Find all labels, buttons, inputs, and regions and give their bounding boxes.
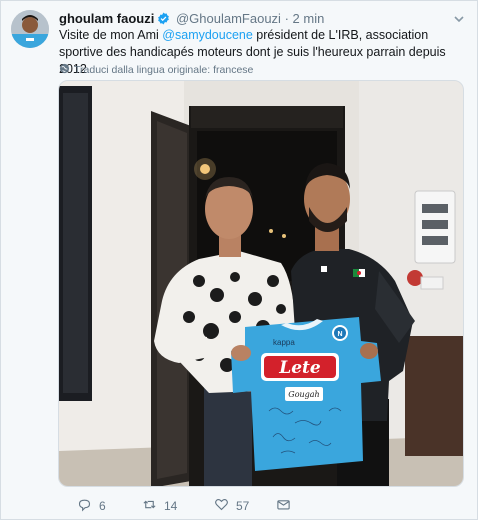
- retweet-icon: [142, 497, 157, 515]
- reply-icon: [77, 497, 92, 515]
- mention-link[interactable]: @samydoucene: [162, 28, 253, 42]
- mail-icon: [276, 497, 291, 515]
- verified-badge-icon: [157, 12, 170, 25]
- author-name[interactable]: ghoulam faouzi: [59, 11, 154, 26]
- jersey-signature: Gougah: [288, 390, 319, 399]
- like-count: 57: [236, 499, 250, 513]
- avatar[interactable]: [11, 10, 49, 48]
- globe-icon: [59, 63, 70, 77]
- reply-button[interactable]: 6: [77, 497, 142, 515]
- chevron-down-icon[interactable]: [453, 12, 465, 24]
- separator-dot: ·: [284, 11, 289, 26]
- author-handle[interactable]: @GhoulamFaouzi: [176, 11, 281, 26]
- tweet-header: ghoulam faouzi @GhoulamFaouzi · 2 min: [59, 10, 447, 28]
- translate-label: Traduci dalla lingua originale: francese: [74, 64, 254, 76]
- tweet-photo[interactable]: N kappa Lete Gougah: [58, 80, 464, 487]
- translate-link[interactable]: Traduci dalla lingua originale: francese: [59, 63, 253, 77]
- tweet-text-start: Visite de mon Ami: [59, 28, 163, 42]
- retweet-button[interactable]: 14: [142, 497, 212, 515]
- heart-icon: [214, 497, 229, 515]
- jersey-brand: kappa: [273, 338, 295, 347]
- retweet-count: 14: [164, 499, 178, 513]
- tweet-card[interactable]: ghoulam faouzi @GhoulamFaouzi · 2 min Vi…: [0, 0, 478, 520]
- reply-count: 6: [99, 499, 106, 513]
- jersey-sponsor: Lete: [278, 358, 321, 378]
- direct-message-button[interactable]: [276, 497, 296, 515]
- tweet-timestamp[interactable]: 2 min: [293, 11, 325, 26]
- like-button[interactable]: 57: [214, 497, 276, 515]
- tweet-actions: 6 14 57: [59, 496, 459, 516]
- svg-text:N: N: [337, 331, 342, 338]
